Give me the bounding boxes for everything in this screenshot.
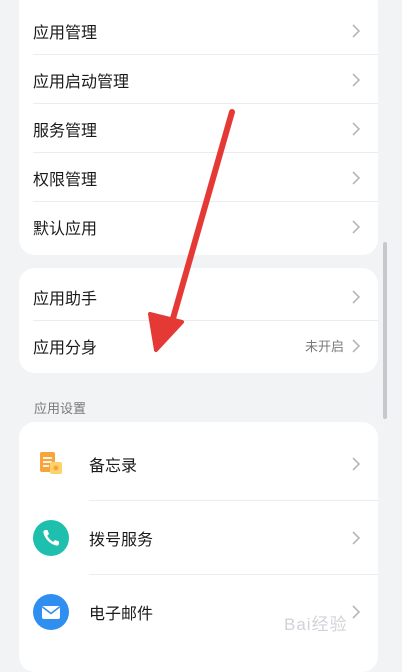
chevron-right-icon bbox=[350, 72, 362, 88]
email-icon bbox=[33, 594, 69, 630]
watermark: Bai经验 bbox=[284, 615, 348, 634]
row-app-assistant[interactable]: 应用助手 bbox=[19, 272, 378, 321]
row-service-management[interactable]: 服务管理 bbox=[19, 104, 378, 153]
chevron-right-icon bbox=[350, 170, 362, 186]
app-management-card: 应用管理 应用启动管理 服务管理 权限管理 默认应用 bbox=[19, 0, 378, 255]
scrollbar-thumb[interactable] bbox=[383, 242, 387, 419]
row-app-notepad[interactable]: 备忘录 bbox=[19, 427, 378, 501]
row-app-startup-management[interactable]: 应用启动管理 bbox=[19, 55, 378, 104]
chevron-right-icon bbox=[350, 338, 362, 354]
chevron-right-icon bbox=[350, 456, 362, 472]
app-twin-status: 未开启 bbox=[304, 340, 344, 355]
app-label: 拨号服务 bbox=[89, 530, 154, 549]
chevron-right-icon bbox=[350, 604, 362, 620]
row-label: 权限管理 bbox=[33, 169, 98, 189]
row-label: 应用管理 bbox=[33, 22, 98, 42]
row-app-twin[interactable]: 应用分身 未开启 bbox=[19, 321, 378, 370]
row-label: 应用分身 bbox=[33, 337, 98, 357]
row-permission-management[interactable]: 权限管理 bbox=[19, 153, 378, 202]
app-label: 备忘录 bbox=[89, 456, 138, 475]
chevron-right-icon bbox=[350, 530, 362, 546]
row-label: 服务管理 bbox=[33, 120, 98, 140]
chevron-right-icon bbox=[350, 289, 362, 305]
section-title-app-settings: 应用设置 bbox=[34, 402, 87, 417]
row-app-dialer[interactable]: 拨号服务 bbox=[19, 501, 378, 575]
notepad-icon bbox=[33, 446, 69, 482]
row-label: 应用启动管理 bbox=[33, 71, 130, 91]
phone-icon bbox=[33, 520, 69, 556]
chevron-right-icon bbox=[350, 219, 362, 235]
app-tools-card: 应用助手 应用分身 未开启 bbox=[19, 268, 378, 373]
row-default-apps[interactable]: 默认应用 bbox=[19, 202, 378, 251]
row-label: 应用助手 bbox=[33, 288, 98, 308]
chevron-right-icon bbox=[350, 121, 362, 137]
chevron-right-icon bbox=[350, 23, 362, 39]
row-label: 默认应用 bbox=[33, 218, 98, 238]
row-app-management[interactable]: 应用管理 bbox=[19, 6, 378, 55]
